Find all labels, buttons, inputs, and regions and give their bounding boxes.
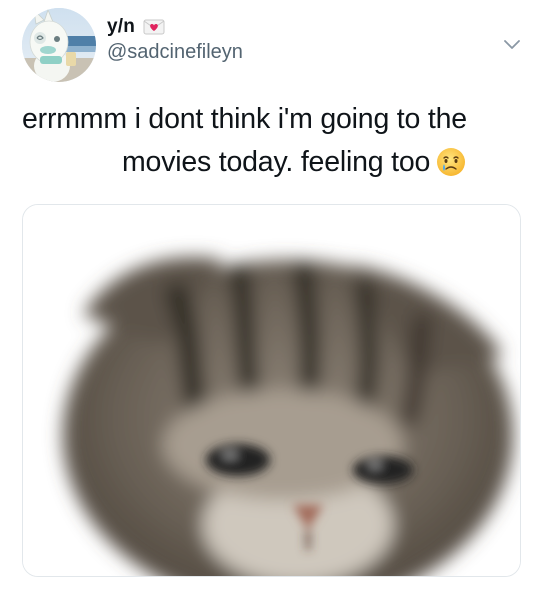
tweet-header: y/n @sadcinefileyn: [22, 8, 522, 86]
tweet-text-line2-wrap: movies today. feeling too: [22, 143, 522, 181]
tweet-card: y/n @sadcinefileyn errmmm i dont think i…: [0, 0, 540, 596]
cartoon-avatar-icon: [22, 8, 96, 82]
tweet-media[interactable]: [22, 204, 521, 577]
kitten-photo: [23, 205, 520, 576]
avatar[interactable]: [22, 8, 96, 82]
crying-face-emoji: [437, 148, 466, 176]
heart-letter-icon: [143, 19, 165, 35]
tweet-text: errmmm i dont think i'm going to the mov…: [22, 100, 522, 181]
user-handle[interactable]: @sadcinefileyn: [107, 41, 243, 64]
user-names: y/n @sadcinefileyn: [107, 16, 243, 64]
display-name[interactable]: y/n: [107, 16, 135, 38]
chevron-down-icon[interactable]: [502, 38, 522, 52]
display-name-row: y/n: [107, 16, 243, 38]
tweet-text-line1: errmmm i dont think i'm going to the: [22, 103, 467, 135]
tweet-text-line2: movies today. feeling too: [122, 146, 431, 178]
